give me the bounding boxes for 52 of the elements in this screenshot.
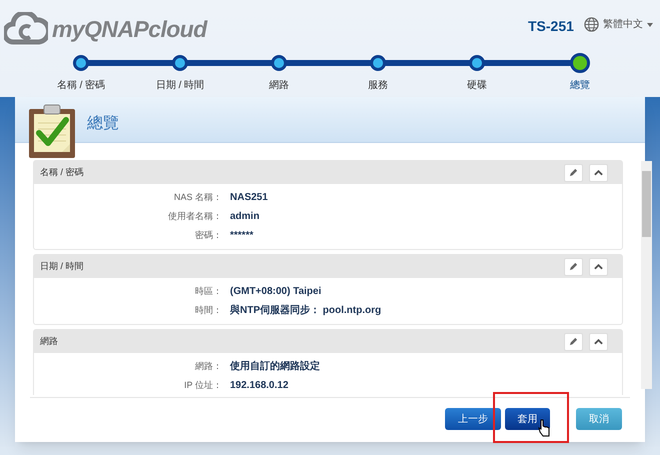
pencil-icon xyxy=(569,262,578,271)
globe-icon xyxy=(584,17,599,32)
field-label: 時間： xyxy=(194,304,223,317)
field-value: admin xyxy=(230,210,260,224)
field-value: 與NTP伺服器同步： pool.ntp.org xyxy=(230,304,382,318)
step-node[interactable] xyxy=(469,55,485,71)
chevron-up-icon xyxy=(594,170,603,176)
panel-title: 總覽 xyxy=(87,114,119,134)
edit-button[interactable] xyxy=(564,258,583,276)
field-value: 使用自訂的網路設定 xyxy=(230,359,320,374)
field-value: NAS251 xyxy=(230,191,268,205)
step-label: 網路 xyxy=(269,79,289,93)
collapse-button[interactable] xyxy=(589,332,608,350)
field-label: 時區： xyxy=(194,284,223,298)
step-node[interactable] xyxy=(370,55,386,71)
field-value: (GMT+08:00) Taipei xyxy=(230,285,322,299)
pointer-cursor-icon xyxy=(538,419,550,437)
step-node[interactable] xyxy=(271,55,287,71)
device-name: TS-251 xyxy=(528,17,574,36)
card-title: 網路 xyxy=(40,334,59,348)
step-node[interactable] xyxy=(570,53,590,73)
edit-button[interactable] xyxy=(564,332,583,350)
field-label: 使用者名稱： xyxy=(167,210,223,223)
language-selector[interactable]: 繁體中文 xyxy=(603,17,643,32)
field-label: 密碼： xyxy=(194,228,223,242)
pencil-icon xyxy=(569,168,578,177)
logo-text: myQNAPcloud xyxy=(52,15,207,44)
card-title: 日期 / 時間 xyxy=(40,260,85,273)
step-label: 名稱 / 密碼 xyxy=(56,78,106,93)
step-label: 服務 xyxy=(368,79,388,93)
field-value: 192.168.0.12 xyxy=(230,379,288,393)
chevron-up-icon xyxy=(594,338,603,344)
step-node[interactable] xyxy=(73,55,89,71)
step-label: 總覽 xyxy=(570,79,590,93)
pencil-icon xyxy=(569,337,578,346)
clipboard-check-icon xyxy=(28,103,76,159)
step-label: 日期 / 時間 xyxy=(156,78,204,93)
scrollbar[interactable] xyxy=(641,161,652,389)
collapse-button[interactable] xyxy=(589,258,608,276)
back-button[interactable]: 上一步 xyxy=(445,408,501,430)
edit-button[interactable] xyxy=(564,164,583,182)
chevron-up-icon xyxy=(594,264,603,270)
field-label: 網路： xyxy=(194,360,223,373)
card-title: 名稱 / 密碼 xyxy=(40,166,85,179)
caret-down-icon xyxy=(647,22,653,26)
field-value: ****** xyxy=(230,229,254,243)
step-node[interactable] xyxy=(172,55,188,71)
collapse-button[interactable] xyxy=(589,164,608,182)
step-label: 硬碟 xyxy=(467,78,487,93)
field-label: IP 位址： xyxy=(183,378,223,392)
cloud-logo-icon xyxy=(4,12,48,46)
field-label: NAS 名稱： xyxy=(172,190,223,204)
